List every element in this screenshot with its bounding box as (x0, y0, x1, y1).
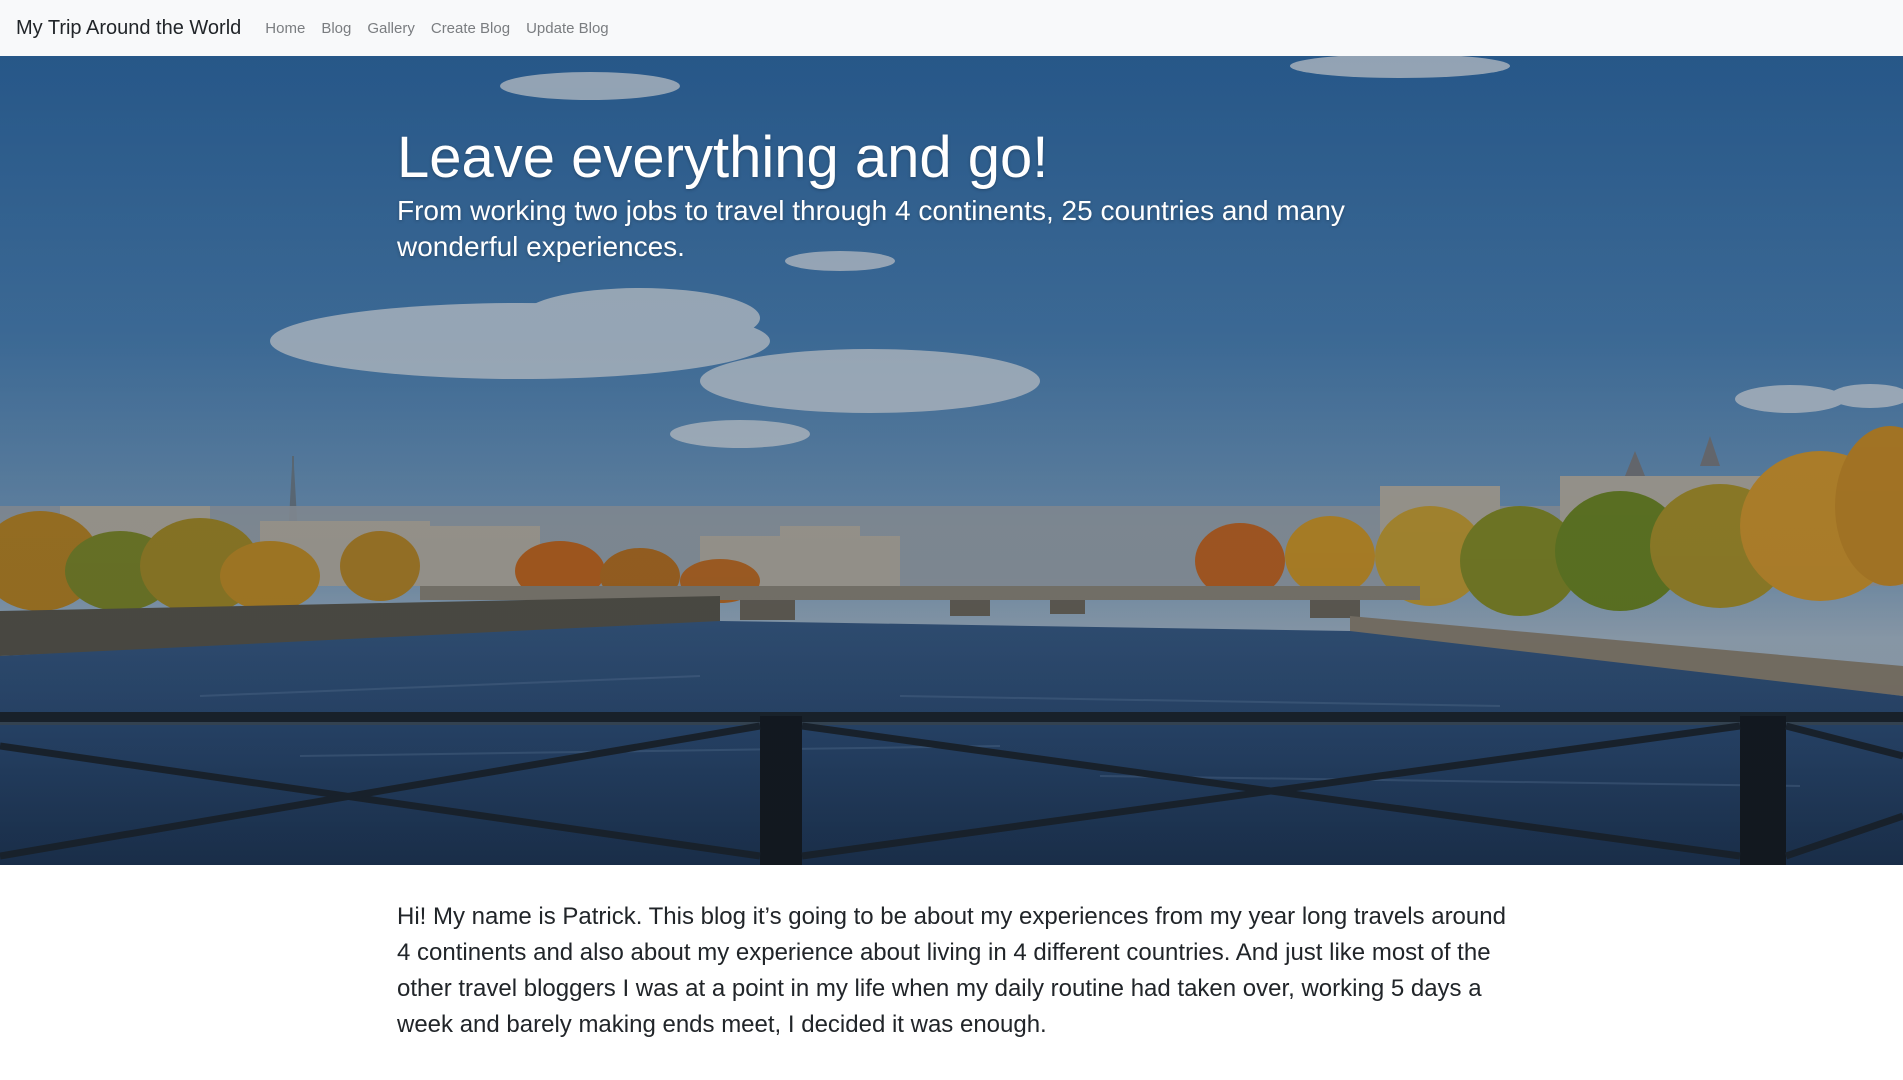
hero-subtitle: From working two jobs to travel through … (397, 194, 1345, 262)
navbar-brand[interactable]: My Trip Around the World (16, 17, 241, 40)
hero-title: Leave everything and go! (397, 125, 1049, 190)
intro-paragraph: Hi! My name is Patrick. This blog it’s g… (397, 903, 1506, 1038)
nav-link-gallery[interactable]: Gallery (367, 20, 415, 37)
hero-text: Leave everything and go! From working tw… (397, 125, 1497, 265)
nav-link-update-blog[interactable]: Update Blog (526, 20, 609, 37)
nav-link-home[interactable]: Home (265, 20, 305, 37)
hero-section: Leave everything and go! From working tw… (0, 56, 1903, 865)
nav-link-blog[interactable]: Blog (321, 20, 351, 37)
main-content: Hi! My name is Patrick. This blog it’s g… (397, 899, 1517, 1043)
nav-links: Home Blog Gallery Create Blog Update Blo… (265, 20, 608, 37)
nav-link-create-blog[interactable]: Create Blog (431, 20, 510, 37)
navbar: My Trip Around the World Home Blog Galle… (0, 0, 1903, 56)
